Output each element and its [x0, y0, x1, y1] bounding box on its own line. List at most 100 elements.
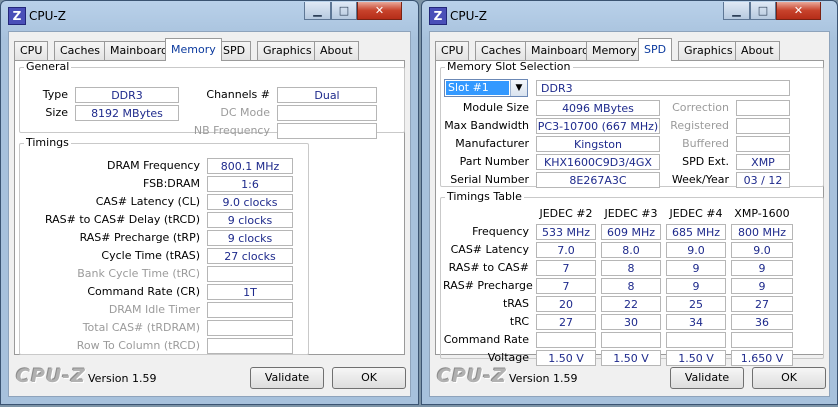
timing-label-trp: RAS# Precharge (tRP) — [79, 231, 200, 244]
column-header-xmp-1600: XMP-1600 — [734, 207, 790, 220]
minimize-button[interactable]: ▁ — [723, 2, 750, 20]
close-button[interactable]: ✕ — [357, 2, 402, 20]
tt-label-frequency: Frequency — [472, 225, 529, 238]
tt-cell: 7 — [536, 278, 596, 294]
registered-value — [736, 118, 790, 134]
memory-slot-selection-group: Memory Slot Selection Slot #1 ▼ DDR3 Mod… — [440, 60, 824, 188]
timing-label-row-to-column: Row To Column (tRCD) — [76, 339, 200, 352]
tt-cell: 8 — [601, 260, 661, 276]
dc-mode-label: DC Mode — [220, 106, 270, 119]
tab-graphics[interactable]: Graphics — [678, 41, 739, 60]
spd-panel: Memory Slot Selection Slot #1 ▼ DDR3 Mod… — [435, 60, 824, 366]
validate-button[interactable]: Validate — [250, 367, 324, 389]
footer-bar: CPU-Z Version 1.59 Validate OK — [430, 355, 829, 396]
tt-cell: 685 MHz — [666, 224, 726, 240]
tt-label-trc: tRC — [509, 315, 529, 328]
tt-cell: 8 — [601, 278, 661, 294]
tab-spd[interactable]: SPD — [217, 41, 252, 60]
week-year-value: 03 / 12 — [736, 172, 790, 188]
tt-cell — [666, 332, 726, 348]
cpuz-logo: CPU-Z — [437, 365, 507, 387]
version-label: Version 1.59 — [88, 372, 157, 385]
memory-slot-selection-legend: Memory Slot Selection — [447, 60, 571, 73]
max-bandwidth-value: PC3-10700 (667 MHz) — [536, 118, 660, 134]
serial-number-value: 8E267A3C — [536, 172, 660, 188]
ok-button[interactable]: OK — [752, 367, 826, 389]
part-number-label: Part Number — [459, 155, 529, 168]
cpuz-logo: CPU-Z — [16, 365, 86, 387]
timing-value-dram-frequency: 800.1 MHz — [207, 158, 293, 174]
close-icon: ✕ — [793, 4, 804, 17]
window-title: CPU-Z — [29, 9, 66, 23]
tab-memory[interactable]: Memory — [586, 41, 643, 60]
maximize-button[interactable]: □ — [331, 2, 357, 20]
tt-label-ras-to-cas: RAS# to CAS# — [448, 261, 529, 274]
nb-frequency-label: NB Frequency — [193, 124, 270, 137]
slot-select[interactable]: Slot #1 ▼ — [444, 79, 528, 97]
size-label: Size — [45, 106, 68, 119]
title-bar[interactable]: Z CPU-Z ▁ □ ✕ — [1, 1, 418, 31]
cpuz-window-spd: Z CPU-Z ▁ □ ✕ CPU Caches Mainboard Memor… — [421, 0, 838, 405]
window-body: CPU Caches Mainboard Memory SPD Graphics… — [8, 31, 411, 397]
timing-label-trcd: RAS# to CAS# Delay (tRCD) — [44, 213, 200, 226]
timing-label-tras: Cycle Time (tRAS) — [101, 249, 200, 262]
correction-label: Correction — [672, 101, 729, 114]
tt-cell: 7.0 — [536, 242, 596, 258]
tab-about[interactable]: About — [735, 41, 780, 60]
timing-label-trc: Bank Cycle Time (tRC) — [77, 267, 200, 280]
close-button[interactable]: ✕ — [776, 2, 821, 20]
tt-cell — [731, 332, 793, 348]
title-bar[interactable]: Z CPU-Z ▁ □ ✕ — [422, 1, 837, 31]
tt-cell: 800 MHz — [731, 224, 793, 240]
channels-label: Channels # — [206, 88, 270, 101]
tab-mainboard[interactable]: Mainboard — [525, 41, 596, 60]
tt-cell: 22 — [601, 296, 661, 312]
tab-mainboard[interactable]: Mainboard — [104, 41, 175, 60]
cpuz-window-memory: Z CPU-Z ▁ □ ✕ CPU Caches Mainboard Memor… — [0, 0, 419, 405]
minimize-button[interactable]: ▁ — [304, 2, 331, 20]
part-number-value: KHX1600C9D3/4GX — [536, 154, 660, 170]
tt-cell: 7 — [536, 260, 596, 276]
buffered-value — [736, 136, 790, 152]
timing-label-dram-idle-timer: DRAM Idle Timer — [108, 303, 200, 316]
timings-legend: Timings — [26, 136, 69, 149]
tt-cell: 533 MHz — [536, 224, 596, 240]
tab-cpu[interactable]: CPU — [14, 41, 49, 60]
timing-label-fsb-dram: FSB:DRAM — [142, 177, 200, 190]
validate-button[interactable]: Validate — [670, 367, 744, 389]
ok-button[interactable]: OK — [332, 367, 406, 389]
tab-memory[interactable]: Memory — [165, 38, 222, 61]
tab-caches[interactable]: Caches — [54, 41, 106, 60]
general-legend: General — [26, 60, 70, 73]
tab-cpu[interactable]: CPU — [435, 41, 470, 60]
module-size-label: Module Size — [462, 101, 529, 114]
tt-cell: 36 — [731, 314, 793, 330]
column-header-jedec-4: JEDEC #4 — [669, 207, 723, 220]
tt-cell: 27 — [536, 314, 596, 330]
tt-cell: 25 — [666, 296, 726, 312]
tt-cell: 27 — [731, 296, 793, 312]
tt-cell: 30 — [601, 314, 661, 330]
timing-value-trp: 9 clocks — [207, 230, 293, 246]
minimize-icon: ▁ — [313, 4, 322, 17]
week-year-label: Week/Year — [671, 173, 729, 186]
tab-about[interactable]: About — [314, 41, 359, 60]
timing-value-cas-latency: 9.0 clocks — [207, 194, 293, 210]
timing-value-tras: 27 clocks — [207, 248, 293, 264]
chevron-down-icon[interactable]: ▼ — [510, 80, 527, 96]
max-bandwidth-label: Max Bandwidth — [444, 119, 529, 132]
general-group: General Type DDR3 Size 8192 MBytes Chann… — [19, 60, 405, 139]
maximize-button[interactable]: □ — [750, 2, 776, 20]
tab-spd[interactable]: SPD — [638, 38, 673, 61]
type-label: Type — [42, 88, 68, 101]
tab-graphics[interactable]: Graphics — [257, 41, 318, 60]
tt-cell: 609 MHz — [601, 224, 661, 240]
tt-cell: 9 — [666, 278, 726, 294]
manufacturer-value: Kingston — [536, 136, 660, 152]
window-body: CPU Caches Mainboard Memory SPD Graphics… — [429, 31, 830, 397]
dc-mode-value — [277, 105, 377, 121]
tab-caches[interactable]: Caches — [475, 41, 527, 60]
tt-label-tras: tRAS — [502, 297, 529, 310]
tt-cell: 9.0 — [666, 242, 726, 258]
column-header-jedec-3: JEDEC #3 — [604, 207, 658, 220]
